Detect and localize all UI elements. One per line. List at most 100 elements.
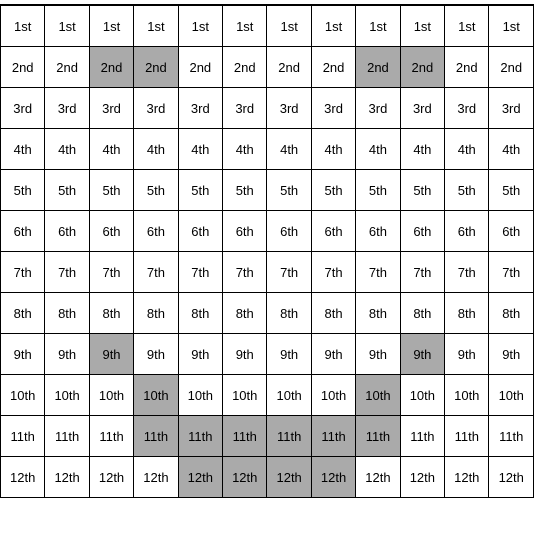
table-row: 4th4th4th4th4th4th4th4th4th4th4th4th (1, 129, 534, 170)
table-cell: 7th (445, 252, 489, 293)
table-cell: 2nd (1, 47, 45, 88)
table-cell: 11th (356, 416, 400, 457)
table-cell: 1st (267, 6, 311, 47)
table-cell: 3rd (445, 88, 489, 129)
table-cell: 7th (311, 252, 355, 293)
table-cell: 3rd (1, 88, 45, 129)
table-cell: 1st (445, 6, 489, 47)
table-row: 9th9th9th9th9th9th9th9th9th9th9th9th (1, 334, 534, 375)
table-cell: 1st (45, 6, 89, 47)
table-cell: 3rd (489, 88, 534, 129)
table-cell: 10th (134, 375, 178, 416)
table-cell: 11th (445, 416, 489, 457)
table-cell: 9th (445, 334, 489, 375)
table-cell: 1st (1, 6, 45, 47)
table-cell: 4th (356, 129, 400, 170)
table-cell: 9th (356, 334, 400, 375)
table-cell: 7th (89, 252, 133, 293)
table-cell: 10th (400, 375, 444, 416)
table-cell: 10th (267, 375, 311, 416)
table-cell: 5th (400, 170, 444, 211)
table-cell: 2nd (223, 47, 267, 88)
table-cell: 10th (311, 375, 355, 416)
table-row: 5th5th5th5th5th5th5th5th5th5th5th5th (1, 170, 534, 211)
table-cell: 2nd (489, 47, 534, 88)
table-cell: 5th (45, 170, 89, 211)
table-cell: 3rd (178, 88, 222, 129)
grid-container: 1st1st1st1st1st1st1st1st1st1st1st1st2nd2… (0, 5, 534, 498)
table-row: 10th10th10th10th10th10th10th10th10th10th… (1, 375, 534, 416)
table-cell: 1st (178, 6, 222, 47)
table-cell: 9th (311, 334, 355, 375)
table-cell: 2nd (267, 47, 311, 88)
table-cell: 2nd (445, 47, 489, 88)
table-cell: 11th (223, 416, 267, 457)
table-cell: 2nd (400, 47, 444, 88)
table-cell: 7th (223, 252, 267, 293)
table-cell: 1st (89, 6, 133, 47)
table-cell: 8th (400, 293, 444, 334)
table-cell: 10th (445, 375, 489, 416)
table-cell: 11th (89, 416, 133, 457)
table-cell: 11th (134, 416, 178, 457)
table-cell: 4th (45, 129, 89, 170)
table-cell: 12th (45, 457, 89, 498)
table-cell: 2nd (45, 47, 89, 88)
table-cell: 12th (223, 457, 267, 498)
table-cell: 5th (89, 170, 133, 211)
table-cell: 11th (45, 416, 89, 457)
table-cell: 6th (45, 211, 89, 252)
table-cell: 5th (134, 170, 178, 211)
table-cell: 7th (267, 252, 311, 293)
table-cell: 12th (489, 457, 534, 498)
table-cell: 3rd (400, 88, 444, 129)
table-cell: 2nd (178, 47, 222, 88)
table-cell: 2nd (89, 47, 133, 88)
table-cell: 11th (311, 416, 355, 457)
table-cell: 5th (356, 170, 400, 211)
table-row: 2nd2nd2nd2nd2nd2nd2nd2nd2nd2nd2nd2nd (1, 47, 534, 88)
table-cell: 5th (178, 170, 222, 211)
table-row: 8th8th8th8th8th8th8th8th8th8th8th8th (1, 293, 534, 334)
table-cell: 3rd (356, 88, 400, 129)
table-cell: 6th (223, 211, 267, 252)
table-cell: 6th (311, 211, 355, 252)
table-cell: 5th (311, 170, 355, 211)
table-cell: 2nd (356, 47, 400, 88)
table-cell: 7th (356, 252, 400, 293)
table-cell: 12th (178, 457, 222, 498)
table-cell: 9th (400, 334, 444, 375)
table-cell: 1st (223, 6, 267, 47)
table-cell: 5th (1, 170, 45, 211)
table-cell: 8th (267, 293, 311, 334)
table-cell: 11th (267, 416, 311, 457)
table-cell: 8th (311, 293, 355, 334)
table-cell: 3rd (311, 88, 355, 129)
table-cell: 12th (311, 457, 355, 498)
table-cell: 3rd (89, 88, 133, 129)
table-cell: 1st (400, 6, 444, 47)
table-cell: 7th (489, 252, 534, 293)
table-cell: 1st (356, 6, 400, 47)
table-cell: 11th (1, 416, 45, 457)
table-cell: 5th (489, 170, 534, 211)
table-cell: 8th (134, 293, 178, 334)
table-cell: 11th (178, 416, 222, 457)
table-cell: 4th (267, 129, 311, 170)
table-cell: 6th (267, 211, 311, 252)
table-cell: 12th (267, 457, 311, 498)
table-cell: 8th (45, 293, 89, 334)
table-row: 11th11th11th11th11th11th11th11th11th11th… (1, 416, 534, 457)
table-cell: 9th (223, 334, 267, 375)
table-cell: 7th (400, 252, 444, 293)
table-cell: 7th (178, 252, 222, 293)
table-cell: 8th (356, 293, 400, 334)
table-cell: 1st (311, 6, 355, 47)
table-cell: 8th (223, 293, 267, 334)
table-cell: 1st (489, 6, 534, 47)
table-cell: 3rd (45, 88, 89, 129)
table-cell: 6th (134, 211, 178, 252)
table-cell: 12th (1, 457, 45, 498)
table-cell: 8th (178, 293, 222, 334)
table-cell: 4th (178, 129, 222, 170)
